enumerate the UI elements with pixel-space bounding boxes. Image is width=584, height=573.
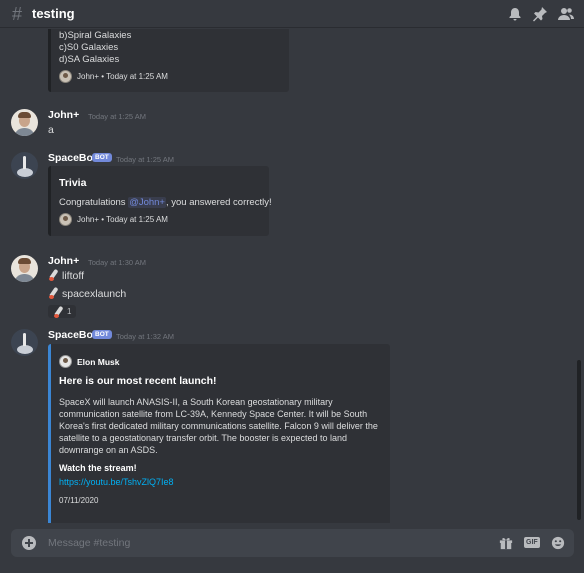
embed-field-title: Watch the stream! [59, 463, 137, 473]
channel-name: testing [32, 6, 75, 21]
gift-icon[interactable] [499, 536, 513, 550]
reaction-count: 1 [67, 307, 72, 316]
footer-text: John+ • Today at 1:25 AM [77, 72, 168, 81]
timestamp: Today at 1:30 AM [88, 258, 146, 267]
avatar[interactable] [11, 109, 38, 136]
trivia-question-embed: b)Spiral Galaxies c)S0 Galaxies d)SA Gal… [48, 29, 289, 92]
option-d: d)SA Galaxies [59, 54, 120, 65]
message-line: liftoff [48, 269, 84, 282]
embed-author-name: Elon Musk [77, 356, 120, 367]
embed-description-line: downrange on an ASDS. [59, 445, 158, 455]
author-name[interactable]: John+ [48, 255, 79, 267]
message-list[interactable]: b)Spiral Galaxies c)S0 Galaxies d)SA Gal… [0, 29, 584, 523]
embed-date: 07/11/2020 [59, 496, 99, 505]
avatar[interactable] [11, 152, 38, 179]
author-name[interactable]: SpaceBot [48, 152, 96, 164]
trivia-result-embed: Trivia Congratulations @John+, you answe… [48, 166, 272, 236]
launch-embed: Elon Musk Here is our most recent launch… [48, 344, 390, 523]
message-line: spacexlaunch [48, 287, 126, 300]
author-name[interactable]: SpaceBot [48, 329, 96, 341]
embed-description: Congratulations @John+, you answered cor… [59, 197, 272, 208]
embed-description-line: SpaceX will launch ANASIS-II, a South Ko… [59, 397, 333, 407]
embed-author[interactable]: Elon Musk [59, 355, 120, 368]
channel-hash-icon: # [12, 4, 23, 24]
embed-footer: John+ • Today at 1:25 AM [59, 213, 168, 226]
timestamp: Today at 1:25 AM [88, 112, 146, 121]
embed-title: Trivia [59, 177, 87, 189]
pin-icon[interactable] [532, 6, 548, 22]
rocket-emoji [53, 306, 65, 318]
footer-text: John+ • Today at 1:25 AM [77, 215, 168, 224]
stream-link[interactable]: https://youtu.be/TshvZlQ7Ie8 [59, 477, 174, 487]
message-composer: Message #testing GIF [11, 529, 574, 557]
bot-badge: BOT [92, 153, 112, 162]
embed-description-line: Korea's first dedicated military communi… [59, 421, 378, 431]
embed-author-icon [59, 355, 72, 368]
option-c: c)S0 Galaxies [59, 42, 119, 53]
reaction-button[interactable]: 1 [48, 305, 77, 318]
author-name[interactable]: John+ [48, 109, 79, 121]
rocket-emoji [48, 287, 60, 299]
avatar[interactable] [11, 329, 38, 356]
footer-avatar [59, 70, 72, 83]
timestamp: Today at 1:32 AM [116, 332, 174, 341]
embed-description-line: communication satellite from LC-39A, Ken… [59, 409, 368, 419]
emoji-icon[interactable] [551, 536, 565, 550]
rocket-emoji [48, 269, 60, 281]
embed-footer: John+ • Today at 1:25 AM [59, 70, 168, 83]
footer-avatar [59, 213, 72, 226]
message-input[interactable]: Message #testing [48, 537, 130, 549]
channel-header: # testing [0, 0, 584, 28]
embed-description-line: satellite to a geostationary transfer or… [59, 433, 347, 443]
gif-icon[interactable]: GIF [524, 537, 540, 548]
user-mention[interactable]: @John+ [128, 197, 166, 208]
bell-icon[interactable] [507, 6, 523, 22]
message-text: a [48, 124, 54, 136]
timestamp: Today at 1:25 AM [116, 155, 174, 164]
add-attachment-icon[interactable] [22, 536, 36, 550]
avatar[interactable] [11, 255, 38, 282]
bot-badge: BOT [92, 330, 112, 339]
members-icon[interactable] [558, 6, 574, 22]
option-b: b)Spiral Galaxies [59, 30, 132, 41]
scrollbar-track[interactable] [577, 360, 581, 520]
embed-title: Here is our most recent launch! [59, 375, 217, 387]
